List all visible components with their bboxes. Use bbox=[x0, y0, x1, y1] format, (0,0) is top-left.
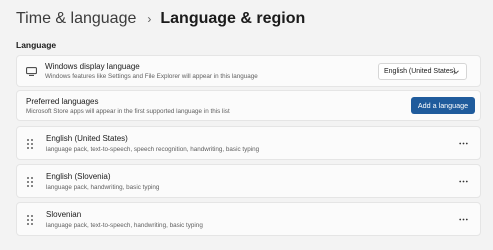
preferred-languages-title: Preferred languages bbox=[26, 97, 99, 106]
language-features: language pack, text-to-speech, speech re… bbox=[46, 146, 260, 153]
page-title: Language & region bbox=[160, 10, 306, 27]
language-name: English (Slovenia) bbox=[46, 172, 111, 181]
breadcrumb: Time & language › Language & region bbox=[16, 10, 305, 28]
drag-handle-icon[interactable] bbox=[27, 215, 33, 225]
display-language-dropdown[interactable]: English (United States) bbox=[378, 63, 467, 80]
breadcrumb-parent-link[interactable]: Time & language bbox=[16, 10, 136, 28]
display-language-title: Windows display language bbox=[45, 62, 140, 71]
language-name: Slovenian bbox=[46, 210, 82, 219]
window-edge bbox=[0, 0, 2, 250]
language-features: language pack, handwriting, basic typing bbox=[46, 184, 160, 191]
language-item[interactable]: English (United States) language pack, t… bbox=[16, 126, 481, 160]
chevron-down-icon bbox=[453, 70, 459, 74]
language-item[interactable]: English (Slovenia) language pack, handwr… bbox=[16, 164, 481, 198]
preferred-languages-subtitle: Microsoft Store apps will appear in the … bbox=[26, 108, 230, 115]
display-language-selected: English (United States) bbox=[384, 68, 456, 75]
more-options-icon[interactable] bbox=[459, 180, 468, 183]
display-language-card: Windows display language Windows feature… bbox=[16, 55, 481, 87]
language-name: English (United States) bbox=[46, 134, 128, 143]
drag-handle-icon[interactable] bbox=[27, 139, 33, 149]
drag-handle-icon[interactable] bbox=[27, 177, 33, 187]
preferred-languages-card: Preferred languages Microsoft Store apps… bbox=[16, 90, 481, 121]
breadcrumb-separator: › bbox=[147, 12, 152, 26]
add-language-button[interactable]: Add a language bbox=[411, 97, 475, 114]
more-options-icon[interactable] bbox=[459, 218, 468, 221]
language-item[interactable]: Slovenian language pack, text-to-speech,… bbox=[16, 202, 481, 236]
monitor-icon bbox=[26, 67, 37, 76]
section-title-language: Language bbox=[16, 40, 57, 50]
more-options-icon[interactable] bbox=[459, 142, 468, 145]
display-language-subtitle: Windows features like Settings and File … bbox=[45, 73, 258, 80]
language-features: language pack, text-to-speech, handwriti… bbox=[46, 222, 203, 229]
